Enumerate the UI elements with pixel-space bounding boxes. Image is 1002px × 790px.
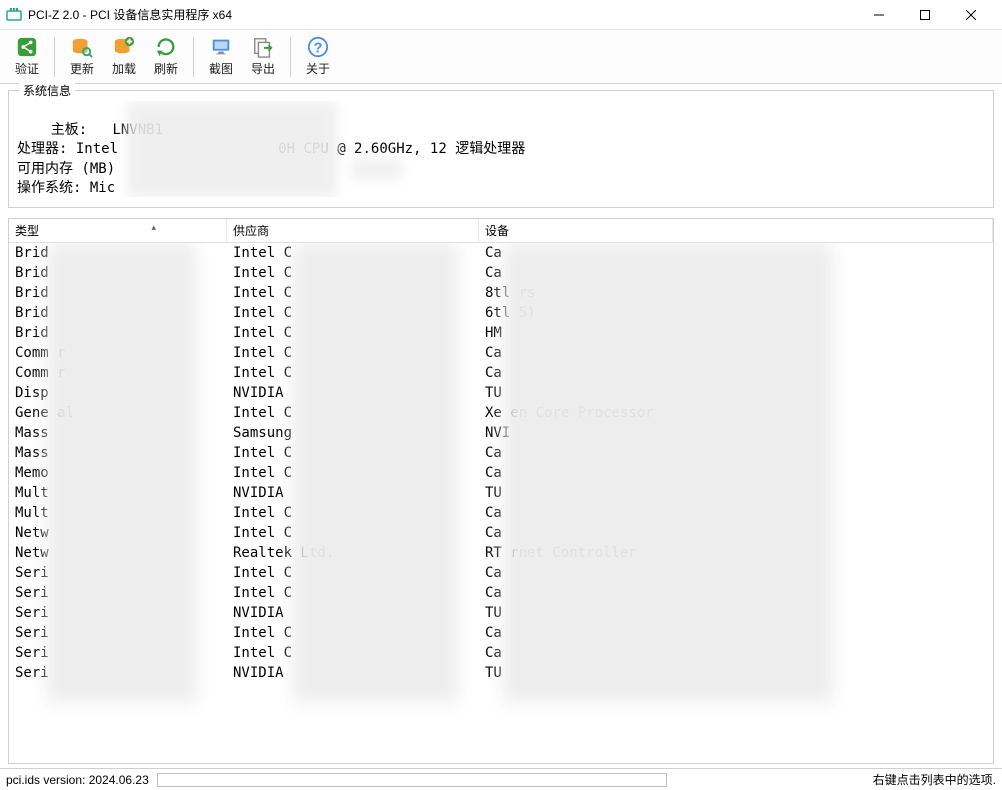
column-type[interactable]: 类型 xyxy=(9,218,227,243)
about-button[interactable]: ? 关于 xyxy=(297,34,339,80)
column-device[interactable]: 设备 xyxy=(479,218,993,243)
status-progress xyxy=(157,773,667,787)
refresh-icon xyxy=(155,36,177,58)
table-row[interactable]: SeriIntel CCa xyxy=(9,643,993,663)
table-row[interactable]: SeriIntel CCa xyxy=(9,563,993,583)
table-row[interactable]: BridIntel CCa xyxy=(9,243,993,263)
minimize-button[interactable] xyxy=(856,0,902,30)
about-label: 关于 xyxy=(306,60,330,77)
list-body[interactable]: BridIntel CCaBridIntel CCaBridIntel C8tl… xyxy=(9,243,993,763)
export-button[interactable]: 导出 xyxy=(242,34,284,80)
screenshot-label: 截图 xyxy=(209,60,233,77)
table-row[interactable]: MultNVIDIATU xyxy=(9,483,993,503)
share-icon xyxy=(16,36,38,58)
table-row[interactable]: MemoIntel CCa xyxy=(9,463,993,483)
load-button[interactable]: 加载 xyxy=(103,34,145,80)
column-vendor[interactable]: 供应商 xyxy=(227,218,479,243)
update-button[interactable]: 更新 xyxy=(61,34,103,80)
system-info-body: 主板: LNVNB1 处理器: Intel 0H CPU @ 2.60GHz, … xyxy=(17,101,985,197)
reload-label: 刷新 xyxy=(154,60,178,77)
export-icon xyxy=(252,36,274,58)
table-row[interactable]: MultIntel CCa xyxy=(9,503,993,523)
table-row[interactable]: BridIntel C8tl rs xyxy=(9,283,993,303)
monitor-icon xyxy=(210,36,232,58)
export-label: 导出 xyxy=(251,60,275,77)
table-row[interactable]: SeriNVIDIATU xyxy=(9,663,993,683)
table-row[interactable]: BridIntel CCa xyxy=(9,263,993,283)
table-row[interactable]: NetwRealtek Ltd.RT rnet Controller xyxy=(9,543,993,563)
table-row[interactable]: NetwIntel CCa xyxy=(9,523,993,543)
toolbar-separator xyxy=(54,37,55,77)
cpu-label: 处理器: xyxy=(17,141,67,157)
toolbar-separator xyxy=(193,37,194,77)
system-info-legend: 系统信息 xyxy=(19,82,75,99)
app-icon xyxy=(6,7,22,23)
os-prefix: Mic xyxy=(90,180,115,196)
titlebar: PCI-Z 2.0 - PCI 设备信息实用程序 x64 xyxy=(0,0,1002,30)
database-search-icon xyxy=(71,36,93,58)
table-row[interactable]: BridIntel C6tl 5) xyxy=(9,303,993,323)
help-icon: ? xyxy=(307,36,329,58)
column-headers: 类型 供应商 设备 xyxy=(9,219,993,243)
device-list: 类型 供应商 设备 BridIntel CCaBridIntel CCaBrid… xyxy=(8,218,994,764)
update-label: 更新 xyxy=(70,60,94,77)
toolbar: 验证 更新 加载 刷新 截图 导出 ? 关于 xyxy=(0,30,1002,84)
table-row[interactable]: Comm rIntel CCa xyxy=(9,363,993,383)
table-row[interactable]: MassIntel CCa xyxy=(9,443,993,463)
cpu-prefix: Intel xyxy=(76,141,118,157)
table-row[interactable]: Gene alIntel CXe en Core Processor xyxy=(9,403,993,423)
verify-button[interactable]: 验证 xyxy=(6,34,48,80)
svg-text:?: ? xyxy=(314,41,323,57)
table-row[interactable]: DispNVIDIATU xyxy=(9,383,993,403)
reload-button[interactable]: 刷新 xyxy=(145,34,187,80)
table-row[interactable]: SeriIntel CCa xyxy=(9,583,993,603)
table-row[interactable]: SeriNVIDIATU xyxy=(9,603,993,623)
load-label: 加载 xyxy=(112,60,136,77)
status-right: 右键点击列表中的选项. xyxy=(873,771,996,788)
window-title: PCI-Z 2.0 - PCI 设备信息实用程序 x64 xyxy=(28,6,232,23)
system-info-group: 系统信息 主板: LNVNB1 处理器: Intel 0H CPU @ 2.60… xyxy=(8,90,994,208)
screenshot-button[interactable]: 截图 xyxy=(200,34,242,80)
table-row[interactable]: SeriIntel CCa xyxy=(9,623,993,643)
verify-label: 验证 xyxy=(15,60,39,77)
close-button[interactable] xyxy=(948,0,994,30)
memory-label: 可用内存 (MB) xyxy=(17,161,115,177)
database-plus-icon xyxy=(113,36,135,58)
statusbar: pci.ids version: 2024.06.23 右键点击列表中的选项. xyxy=(0,768,1002,790)
maximize-button[interactable] xyxy=(902,0,948,30)
table-row[interactable]: BridIntel CHM xyxy=(9,323,993,343)
table-row[interactable]: MassSamsungNVI xyxy=(9,423,993,443)
mainboard-label: 主板: xyxy=(51,122,87,138)
window-controls xyxy=(856,0,994,30)
status-left: pci.ids version: 2024.06.23 xyxy=(6,773,149,787)
table-row[interactable]: Comm rIntel CCa xyxy=(9,343,993,363)
os-label: 操作系统: xyxy=(17,180,81,196)
toolbar-separator xyxy=(290,37,291,77)
